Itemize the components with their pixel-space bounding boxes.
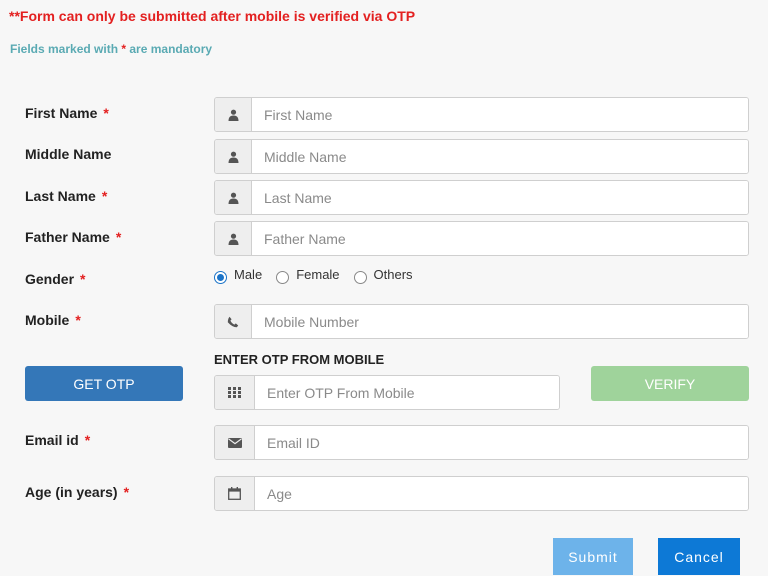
- user-icon: [215, 98, 252, 131]
- submit-button[interactable]: Submit: [553, 538, 633, 575]
- required-marker: *: [123, 484, 130, 500]
- mobile-input[interactable]: [252, 305, 748, 338]
- gender-option-label: Male: [234, 267, 263, 282]
- user-icon: [215, 222, 252, 255]
- mandatory-note-suffix: are mandatory: [126, 42, 213, 56]
- get-otp-button[interactable]: GET OTP: [25, 366, 183, 401]
- required-marker: *: [101, 188, 108, 204]
- middle-name-input[interactable]: [252, 140, 748, 173]
- age-input[interactable]: [255, 477, 748, 510]
- required-marker: *: [84, 432, 91, 448]
- last-name-label-text: Last Name: [25, 188, 96, 204]
- required-marker: *: [75, 312, 81, 328]
- middle-name-label: Middle Name: [25, 146, 111, 162]
- father-name-input[interactable]: [252, 222, 748, 255]
- gender-option-female[interactable]: Female: [276, 267, 340, 284]
- mandatory-note-prefix: Fields marked with: [10, 42, 122, 56]
- otp-group: [214, 375, 560, 410]
- required-marker: *: [103, 105, 109, 121]
- age-label-text: Age (in years): [25, 484, 118, 500]
- radio-male[interactable]: [214, 271, 227, 284]
- father-name-label-text: Father Name: [25, 229, 110, 245]
- age-group: [214, 476, 749, 511]
- email-input[interactable]: [255, 426, 748, 459]
- calendar-icon: [215, 477, 255, 510]
- father-name-label: Father Name *: [25, 229, 121, 245]
- first-name-label: First Name *: [25, 105, 109, 121]
- radio-others[interactable]: [353, 271, 367, 284]
- phone-icon: [215, 305, 252, 338]
- email-group: [214, 425, 749, 460]
- gender-radio-group: Male Female Others: [214, 267, 427, 284]
- cancel-button[interactable]: Cancel: [658, 538, 740, 575]
- first-name-group: [214, 97, 749, 132]
- mobile-group: [214, 304, 749, 339]
- gender-option-label: Female: [296, 267, 340, 282]
- user-icon: [215, 181, 252, 214]
- otp-heading: ENTER OTP FROM MOBILE: [214, 352, 385, 367]
- required-marker: *: [115, 229, 122, 245]
- first-name-label-text: First Name: [25, 105, 98, 121]
- gender-option-label: Others: [373, 267, 413, 282]
- otp-input[interactable]: [255, 376, 559, 409]
- user-icon: [215, 140, 252, 173]
- gender-option-male[interactable]: Male: [214, 267, 263, 284]
- envelope-icon: [215, 426, 255, 459]
- last-name-label: Last Name *: [25, 188, 107, 204]
- mandatory-note: Fields marked with * are mandatory: [10, 42, 212, 56]
- registration-form: **Form can only be submitted after mobil…: [0, 0, 768, 576]
- verify-button[interactable]: VERIFY: [591, 366, 749, 401]
- email-label-text: Email id: [25, 432, 79, 448]
- gender-option-others[interactable]: Others: [353, 267, 413, 284]
- otp-notice: **Form can only be submitted after mobil…: [9, 8, 416, 24]
- radio-female[interactable]: [276, 271, 290, 284]
- required-marker: *: [80, 271, 86, 287]
- last-name-group: [214, 180, 749, 215]
- mobile-label-text: Mobile: [25, 312, 70, 328]
- gender-label: Gender *: [25, 271, 85, 287]
- keypad-icon: [215, 376, 255, 409]
- father-name-group: [214, 221, 749, 256]
- email-label: Email id *: [25, 432, 90, 448]
- mobile-label: Mobile *: [25, 312, 81, 328]
- middle-name-group: [214, 139, 749, 174]
- middle-name-label-text: Middle Name: [25, 146, 112, 162]
- last-name-input[interactable]: [252, 181, 748, 214]
- first-name-input[interactable]: [252, 98, 748, 131]
- gender-label-text: Gender: [25, 271, 75, 287]
- age-label: Age (in years) *: [25, 484, 129, 500]
